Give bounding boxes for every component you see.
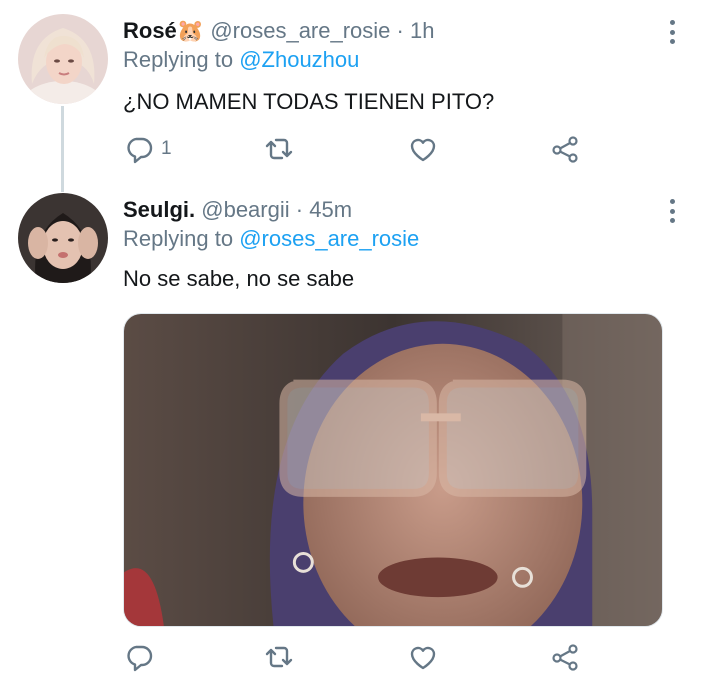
reply-count: 1 [161, 138, 172, 159]
tweet-actions: 1 [123, 133, 603, 165]
reply-button[interactable]: 1 [123, 133, 172, 165]
display-name[interactable]: Rosé [123, 18, 177, 43]
tweet-header: Seulgi. @beargii · 45m [123, 196, 352, 224]
reply-icon [127, 645, 153, 672]
replying-to-line: Replying to @Zhouzhou [123, 46, 359, 74]
display-name[interactable]: Seulgi. [123, 197, 195, 222]
retweet-button[interactable] [263, 133, 295, 165]
timestamp[interactable]: 1h [410, 18, 434, 43]
avatar[interactable] [18, 193, 108, 283]
tweet-media-image[interactable] [123, 313, 663, 627]
retweet-icon [265, 646, 293, 668]
more-options-icon[interactable] [662, 17, 682, 47]
reply-button[interactable] [123, 641, 161, 673]
like-icon [410, 138, 436, 162]
separator-dot: · [396, 18, 404, 43]
replying-to-mention[interactable]: @Zhouzhou [239, 47, 359, 72]
share-icon [552, 644, 578, 671]
replying-to-label: Replying to [123, 47, 234, 72]
share-button[interactable] [549, 641, 581, 673]
separator-dot: · [295, 197, 304, 222]
tweet-text: ¿NO MAMEN TODAS TIENEN PITO? [123, 89, 495, 114]
more-options-icon[interactable] [662, 196, 682, 226]
replying-to-line: Replying to @roses_are_rosie [123, 225, 419, 253]
hamster-emoji-icon: 🐹 [176, 18, 205, 43]
share-icon [552, 136, 578, 163]
tweet-actions [123, 641, 603, 673]
user-handle[interactable]: @beargii [201, 197, 289, 222]
reply-icon [127, 137, 153, 164]
tweet-header: Rosé🐹 @roses_are_rosie · 1h [123, 17, 434, 45]
like-icon [410, 646, 436, 670]
replying-to-mention[interactable]: @roses_are_rosie [239, 226, 419, 251]
like-button[interactable] [407, 641, 439, 673]
retweet-icon [265, 138, 293, 160]
thread-connector-line [61, 106, 64, 192]
timestamp[interactable]: 45m [309, 197, 352, 222]
replying-to-label: Replying to [123, 226, 234, 251]
like-button[interactable] [407, 133, 439, 165]
retweet-button[interactable] [263, 641, 295, 673]
avatar[interactable] [18, 14, 108, 104]
share-button[interactable] [549, 133, 581, 165]
user-handle[interactable]: @roses_are_rosie [210, 18, 390, 43]
tweet-text: No se sabe, no se sabe [123, 266, 355, 291]
